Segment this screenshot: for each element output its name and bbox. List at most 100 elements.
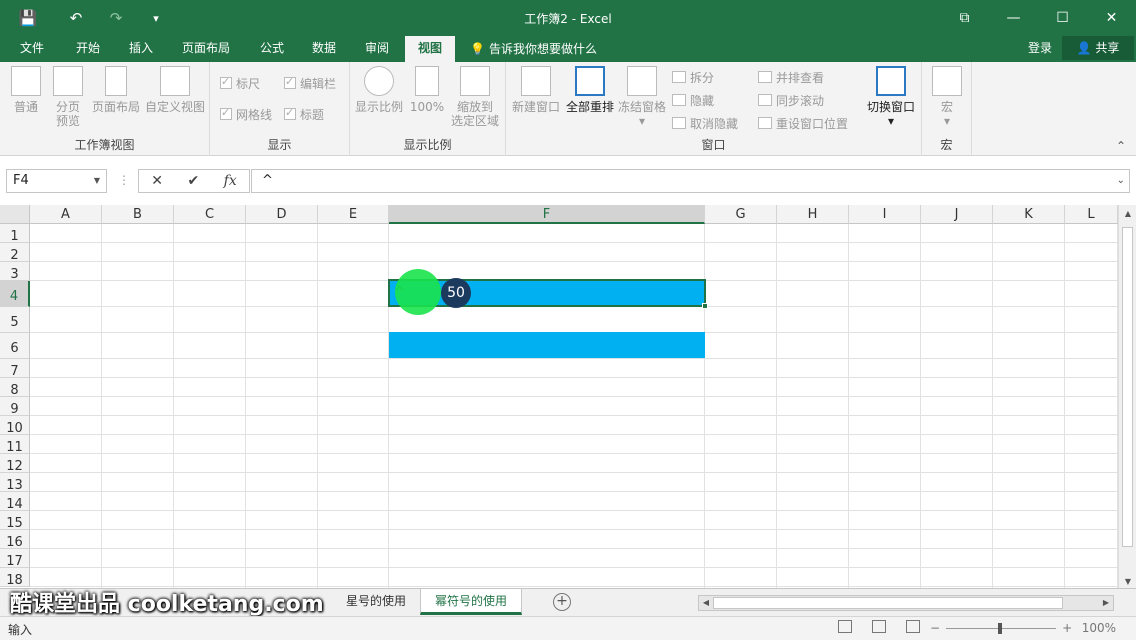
horizontal-scrollbar[interactable]: ◀ ▶: [698, 595, 1114, 611]
zoom-to-selection-button[interactable]: 缩放到 选定区域: [448, 66, 502, 128]
sheet-tab-asterisk[interactable]: 星号的使用: [334, 589, 418, 615]
switch-windows-button[interactable]: 切换窗口 ▾: [862, 66, 920, 128]
zoom-percentage[interactable]: 100%: [1082, 621, 1116, 635]
vertical-scroll-thumb[interactable]: [1122, 227, 1133, 547]
zoom-out-icon[interactable]: −: [930, 621, 940, 635]
column-header-b[interactable]: B: [102, 205, 174, 224]
tab-data[interactable]: 数据: [300, 36, 348, 62]
cancel-icon[interactable]: ✕: [151, 173, 163, 189]
column-header-e[interactable]: E: [318, 205, 389, 224]
ruler-checkbox[interactable]: 标尺: [220, 74, 260, 92]
new-window-button[interactable]: 新建窗口: [510, 66, 562, 114]
row-header-11[interactable]: 11: [0, 435, 30, 455]
row-header-4[interactable]: 4: [0, 281, 30, 307]
close-icon[interactable]: ✕: [1087, 0, 1136, 36]
page-break-preview-button[interactable]: 分页 预览: [50, 66, 86, 128]
zoom-button[interactable]: 显示比例: [354, 66, 404, 114]
vertical-scrollbar[interactable]: ▲ ▼: [1118, 205, 1136, 588]
row-header-9[interactable]: 9: [0, 397, 30, 417]
macros-button[interactable]: 宏 ▾: [928, 66, 966, 128]
row-header-7[interactable]: 7: [0, 359, 30, 379]
column-header-k[interactable]: K: [993, 205, 1065, 224]
maximize-icon[interactable]: ☐: [1038, 0, 1087, 36]
freeze-panes-button[interactable]: 冻结窗格 ▾: [616, 66, 668, 128]
gridlines-checkbox[interactable]: 网格线: [220, 105, 272, 123]
minimize-icon[interactable]: —: [989, 0, 1038, 36]
customize-qat-icon[interactable]: ▾: [136, 0, 176, 36]
scroll-down-icon[interactable]: ▼: [1119, 577, 1136, 586]
scroll-right-icon[interactable]: ▶: [1099, 596, 1113, 610]
formula-input[interactable]: ^ ⌄: [251, 169, 1130, 193]
side-by-side-button[interactable]: 并排查看: [758, 68, 824, 86]
add-sheet-icon[interactable]: +: [553, 593, 571, 611]
scroll-up-icon[interactable]: ▲: [1119, 209, 1136, 218]
page-layout-view-icon[interactable]: [872, 620, 886, 633]
column-header-d[interactable]: D: [246, 205, 318, 224]
normal-view-icon[interactable]: [838, 620, 852, 633]
column-header-g[interactable]: G: [705, 205, 777, 224]
row-header-8[interactable]: 8: [0, 378, 30, 398]
headings-checkbox[interactable]: 标题: [284, 105, 324, 123]
row-header-18[interactable]: 18: [0, 568, 30, 588]
row-header-14[interactable]: 14: [0, 492, 30, 512]
fill-handle[interactable]: [702, 303, 708, 309]
tab-home[interactable]: 开始: [64, 36, 112, 62]
row-header-13[interactable]: 13: [0, 473, 30, 493]
enter-icon[interactable]: ✔: [187, 173, 199, 189]
name-box[interactable]: F4 ▼: [6, 169, 107, 193]
page-layout-view-button[interactable]: 页面布局: [90, 66, 142, 114]
redo-icon[interactable]: ↷: [96, 0, 136, 36]
undo-icon[interactable]: ↶: [56, 0, 96, 36]
formula-bar-checkbox[interactable]: 编辑栏: [284, 74, 336, 92]
save-icon[interactable]: 💾: [0, 0, 56, 36]
tab-review[interactable]: 审阅: [353, 36, 401, 62]
row-header-16[interactable]: 16: [0, 530, 30, 550]
chevron-down-icon[interactable]: ▼: [94, 170, 100, 192]
column-header-f[interactable]: F: [389, 205, 705, 224]
expand-formula-bar-icon[interactable]: ⌄: [1117, 170, 1125, 192]
unhide-button[interactable]: 取消隐藏: [672, 114, 738, 132]
tab-insert[interactable]: 插入: [117, 36, 165, 62]
column-header-j[interactable]: J: [921, 205, 993, 224]
insert-function-icon[interactable]: fx: [224, 173, 237, 189]
zoom-slider[interactable]: [946, 622, 1057, 634]
split-button[interactable]: 拆分: [672, 68, 714, 86]
tab-view[interactable]: 视图: [405, 36, 455, 62]
sheet-tab-power[interactable]: 幂符号的使用: [420, 589, 522, 615]
scroll-left-icon[interactable]: ◀: [699, 596, 713, 610]
share-button[interactable]: 👤 共享: [1062, 36, 1134, 60]
zoom-in-icon[interactable]: +: [1062, 621, 1072, 635]
row-header-17[interactable]: 17: [0, 549, 30, 569]
tab-formulas[interactable]: 公式: [248, 36, 296, 62]
tab-page-layout[interactable]: 页面布局: [174, 36, 238, 62]
select-all-corner[interactable]: [0, 205, 30, 224]
row-header-6[interactable]: 6: [0, 333, 30, 359]
reset-window-position-button[interactable]: 重设窗口位置: [758, 114, 848, 132]
column-header-l[interactable]: L: [1065, 205, 1118, 224]
column-header-c[interactable]: C: [174, 205, 246, 224]
collapse-ribbon-icon[interactable]: ⌃: [1116, 139, 1126, 153]
row-header-10[interactable]: 10: [0, 416, 30, 436]
row-header-5[interactable]: 5: [0, 307, 30, 333]
tell-me-box[interactable]: 💡 告诉我你想要做什么: [470, 36, 597, 62]
zoom-slider-knob[interactable]: [998, 622, 1003, 634]
horizontal-scroll-thumb[interactable]: [713, 597, 1063, 609]
custom-views-button[interactable]: 自定义视图: [143, 66, 207, 114]
worksheet-grid[interactable]: ABCDEFGHIJKL 1 2 3 4 5 6 7 8 9 10 11 12 13 14 15 16 17 18…: [0, 205, 1136, 588]
row-header-3[interactable]: 3: [0, 262, 30, 282]
row-header-12[interactable]: 12: [0, 454, 30, 474]
page-break-view-icon[interactable]: [906, 620, 920, 633]
row-header-15[interactable]: 15: [0, 511, 30, 531]
column-header-a[interactable]: A: [30, 205, 102, 224]
row-header-1[interactable]: 1: [0, 224, 30, 244]
hide-button[interactable]: 隐藏: [672, 91, 714, 109]
row-header-2[interactable]: 2: [0, 243, 30, 263]
column-header-i[interactable]: I: [849, 205, 921, 224]
sync-scroll-button[interactable]: 同步滚动: [758, 91, 824, 109]
zoom-100-button[interactable]: 100%: [408, 66, 446, 114]
normal-view-button[interactable]: 普通: [8, 66, 44, 114]
tab-file[interactable]: 文件: [8, 36, 56, 62]
arrange-all-button[interactable]: 全部重排: [564, 66, 616, 114]
column-header-h[interactable]: H: [777, 205, 849, 224]
login-button[interactable]: 登录: [1028, 36, 1052, 62]
